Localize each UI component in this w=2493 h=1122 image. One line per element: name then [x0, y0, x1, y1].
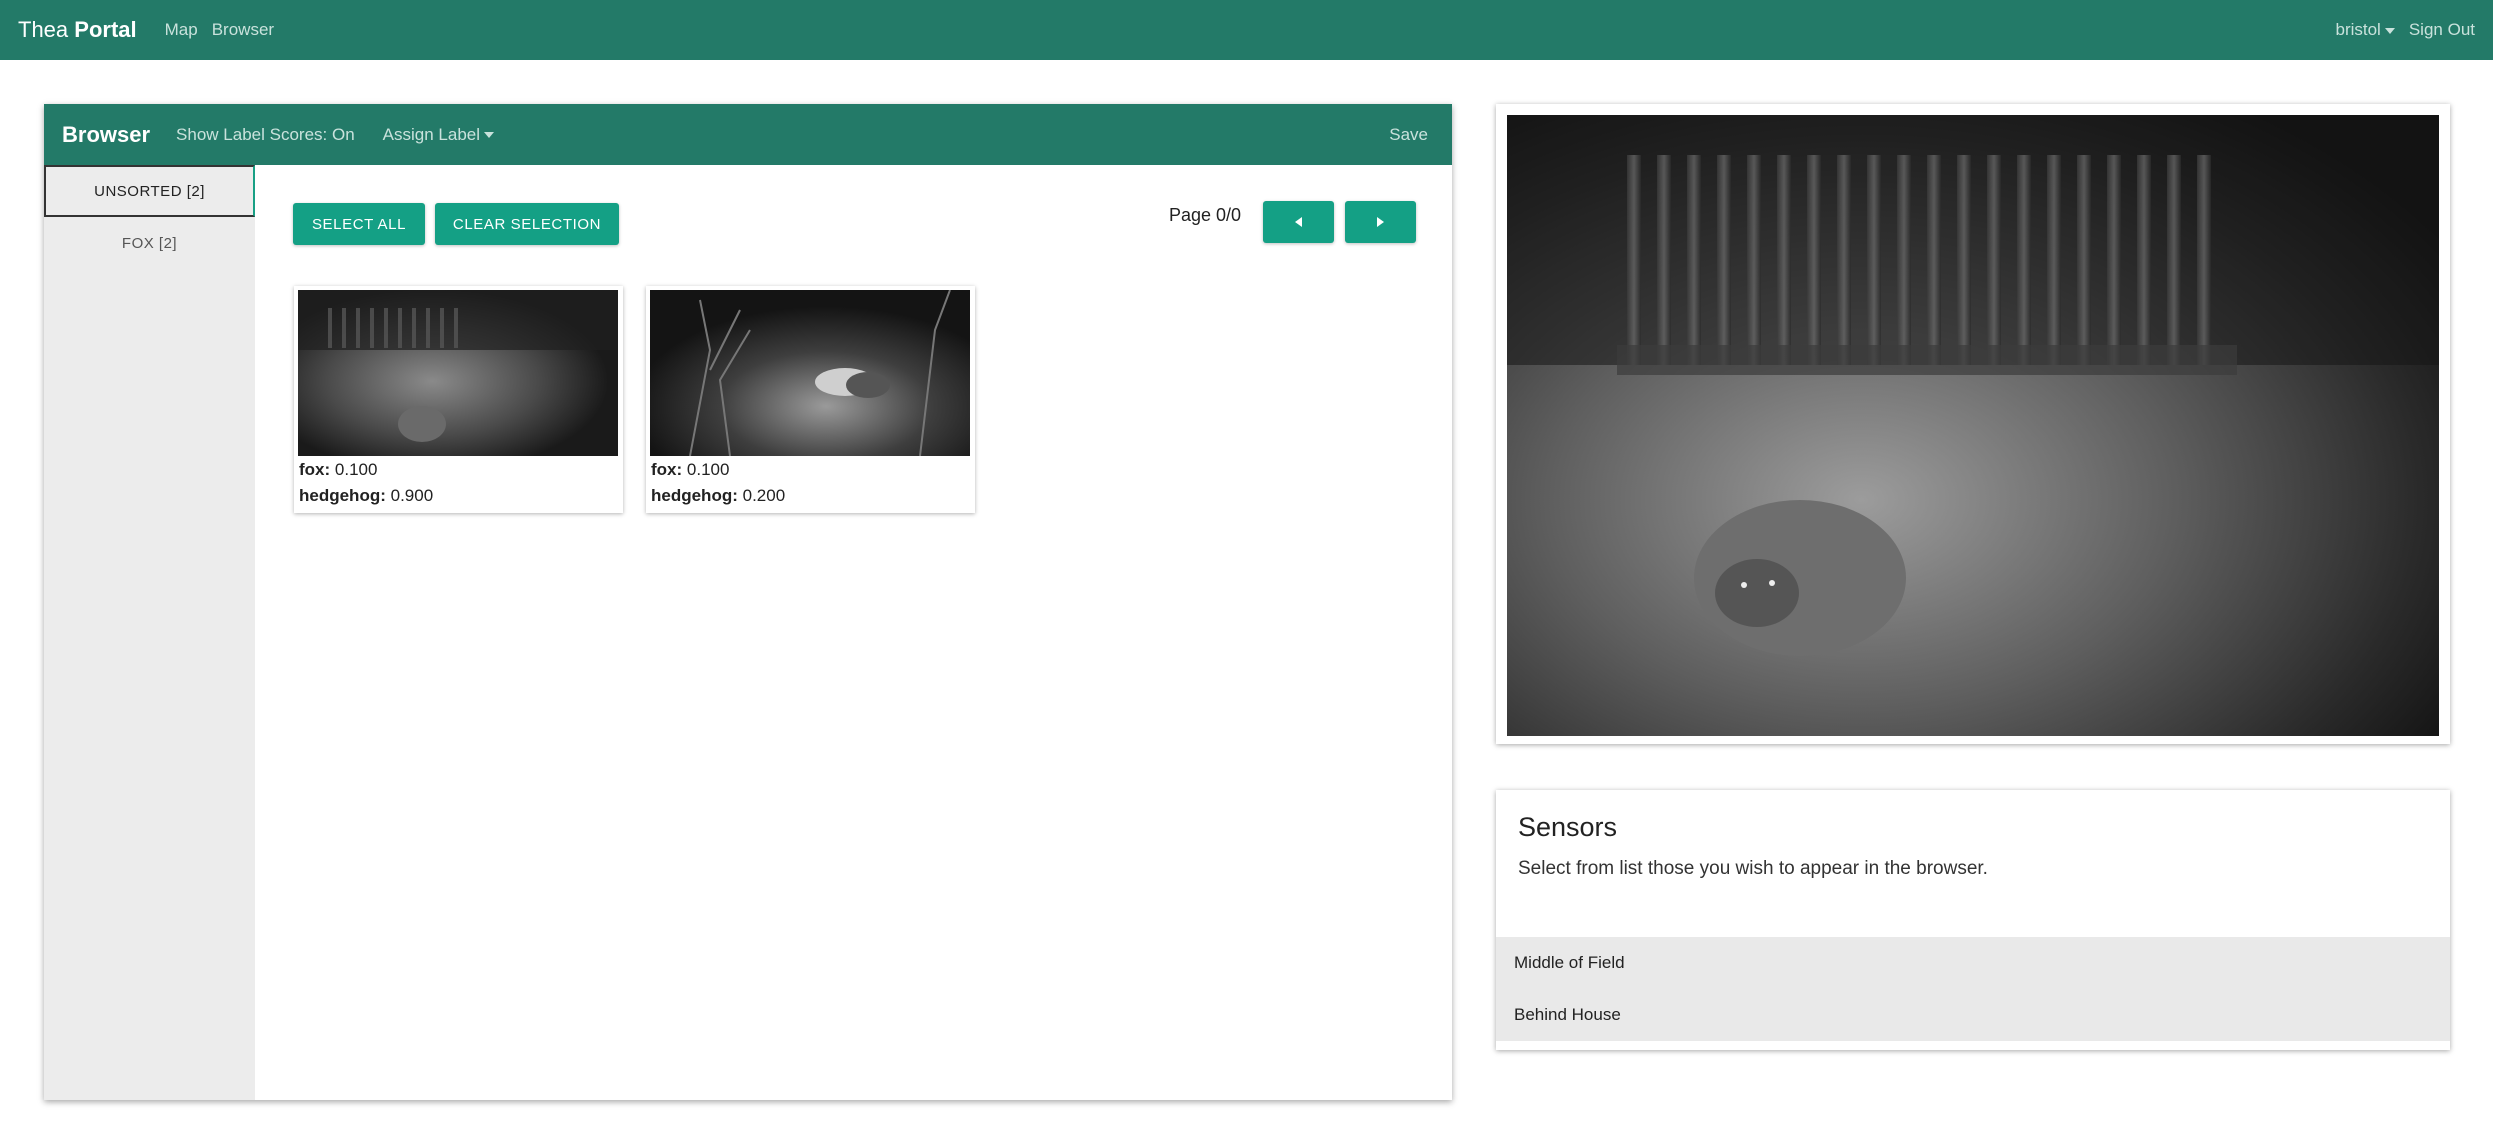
- image-preview: [1507, 115, 2439, 736]
- sensors-description: Select from list those you wish to appea…: [1518, 858, 1988, 879]
- brand-light: Thea: [18, 17, 69, 42]
- sidebar-item-fox[interactable]: FOX [2]: [44, 217, 255, 269]
- prev-page-button[interactable]: [1263, 201, 1334, 243]
- sensor-item-middle-of-field[interactable]: Middle of Field: [1496, 937, 2450, 989]
- top-navbar: Thea Portal Map Browser bristol Sign Out: [0, 0, 2493, 60]
- browser-panel: Browser Show Label Scores: On Assign Lab…: [44, 104, 1452, 1100]
- select-all-button[interactable]: SELECT ALL: [293, 203, 425, 245]
- thumbnail-hedgehog[interactable]: [298, 290, 618, 456]
- user-menu[interactable]: bristol: [2335, 20, 2395, 40]
- score-fox: fox: 0.100: [651, 460, 730, 479]
- caret-down-icon: [484, 132, 494, 139]
- thumbnail-badger[interactable]: [650, 290, 970, 456]
- sign-out-link[interactable]: Sign Out: [2409, 20, 2475, 40]
- sensors-card: Sensors Select from list those you wish …: [1496, 790, 2450, 1050]
- assign-label-dropdown[interactable]: Assign Label: [383, 125, 494, 145]
- sensors-title: Sensors: [1518, 812, 1618, 842]
- browser-toolbar: Browser Show Label Scores: On Assign Lab…: [44, 104, 1452, 165]
- nav-link-map[interactable]: Map: [165, 20, 198, 40]
- label-sidebar: UNSORTED [2] FOX [2]: [44, 165, 255, 1100]
- brand-bold: Portal: [74, 17, 137, 42]
- caret-right-icon: [1377, 217, 1384, 227]
- score-hedgehog: hedgehog: 0.200: [651, 486, 786, 505]
- next-page-button[interactable]: [1345, 201, 1416, 243]
- clear-selection-button[interactable]: CLEAR SELECTION: [435, 203, 619, 245]
- sensor-item-behind-house[interactable]: Behind House: [1496, 989, 2450, 1041]
- user-name: bristol: [2335, 20, 2381, 39]
- page-indicator: Page 0/0: [1169, 205, 1242, 225]
- save-button[interactable]: Save: [1389, 125, 1428, 145]
- caret-left-icon: [1295, 217, 1302, 227]
- nav-link-browser[interactable]: Browser: [212, 20, 274, 40]
- score-hedgehog: hedgehog: 0.900: [299, 486, 434, 505]
- assign-label-text: Assign Label: [382, 124, 480, 144]
- browser-title: Browser: [62, 121, 151, 147]
- image-card-1[interactable]: fox: 0.100 hedgehog: 0.900: [294, 286, 623, 513]
- brand-logo[interactable]: Thea Portal: [18, 17, 137, 43]
- score-fox: fox: 0.100: [299, 460, 378, 479]
- sidebar-item-unsorted[interactable]: UNSORTED [2]: [44, 165, 255, 217]
- show-label-scores-toggle[interactable]: Show Label Scores: On: [176, 125, 355, 145]
- image-card-2[interactable]: fox: 0.100 hedgehog: 0.200: [646, 286, 975, 513]
- sensor-list: Middle of Field Behind House: [1496, 937, 2450, 1041]
- image-preview-card: [1496, 104, 2450, 744]
- caret-down-icon: [2384, 27, 2395, 34]
